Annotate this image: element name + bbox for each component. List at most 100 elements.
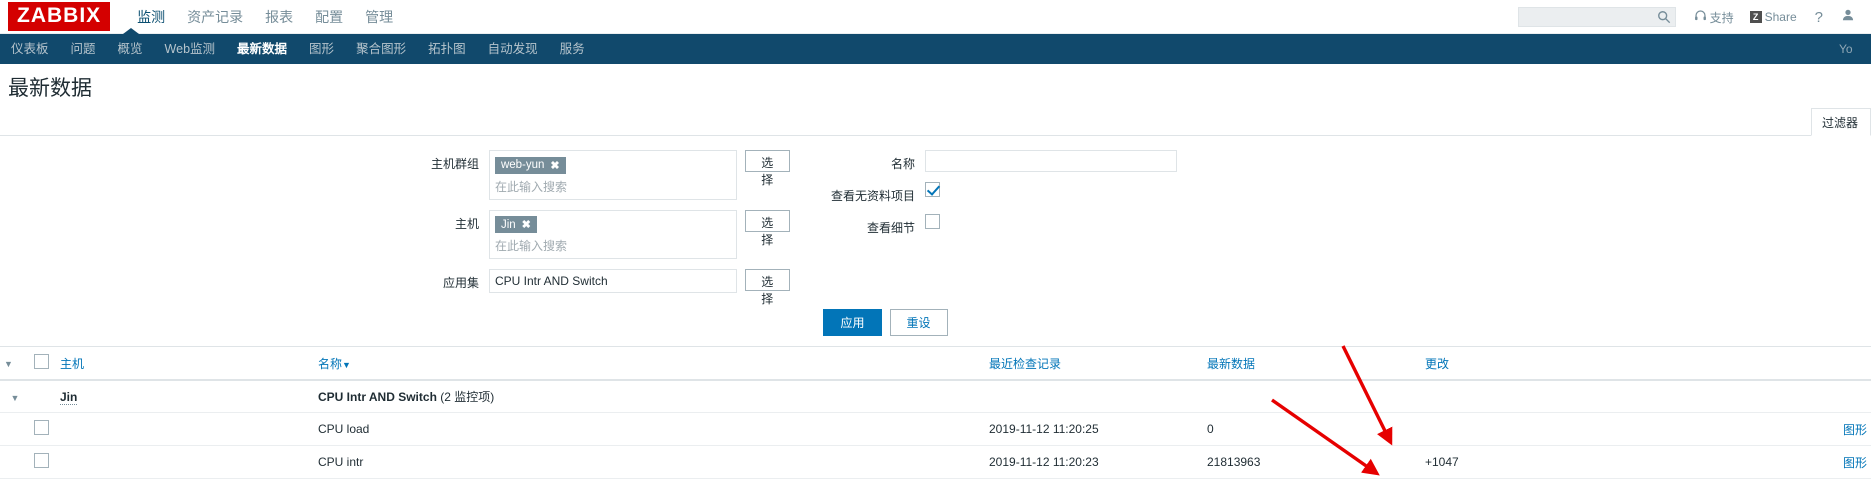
active-menu-pointer-icon (123, 28, 139, 34)
group-application-name: CPU Intr AND Switch (318, 390, 437, 404)
hosts-multiselect[interactable]: Jin ✖ 在此输入搜索 (488, 209, 737, 259)
filter-column-right: 名称 查看无资料项目 查看细节 (790, 150, 1210, 303)
select-all-header[interactable] (30, 347, 56, 381)
filter-row-show-details: 查看细节 (790, 214, 1210, 236)
host-groups-label: 主机群组 (430, 157, 479, 171)
group-row-application-cell: CPU Intr AND Switch (2 监控项) (314, 380, 985, 413)
row-item-name: CPU intr (314, 445, 985, 479)
search-input[interactable] (1518, 8, 1651, 26)
user-icon[interactable] (1833, 8, 1863, 27)
row-graph-cell: 图形 (1781, 445, 1871, 479)
logged-in-text: Yo (1839, 42, 1853, 56)
application-select-button[interactable]: 选择 (744, 269, 790, 306)
subnav-item-services[interactable]: 服务 (549, 34, 596, 64)
hosts-label: 主机 (454, 216, 479, 231)
name-input[interactable] (925, 150, 1177, 172)
help-button[interactable]: ? (1805, 9, 1833, 26)
column-header-name[interactable]: 名称▼ (314, 347, 985, 381)
host-tag-label: Jin (500, 218, 516, 231)
row-spacer-cell (0, 445, 30, 479)
main-menu-item-configuration[interactable]: 配置 (304, 1, 354, 33)
main-menu: 监测 资产记录 报表 配置 管理 (126, 1, 404, 33)
main-menu-item-reports[interactable]: 报表 (254, 1, 304, 33)
host-groups-select-button[interactable]: 选择 (744, 150, 790, 187)
application-input[interactable] (488, 269, 737, 293)
host-group-tag-label: web-yun (500, 159, 545, 171)
subnav-item-overview[interactable]: 概览 (107, 34, 154, 64)
top-header: ZABBIX 监测 资产记录 报表 配置 管理 支持 Z Share ? (0, 0, 1871, 34)
subnav-item-graphs[interactable]: 图形 (298, 34, 345, 64)
chevron-down-icon: ▼ (4, 359, 13, 369)
show-without-data-label: 查看无资料项目 (830, 189, 915, 203)
filter-row-name: 名称 (790, 150, 1210, 172)
group-row-checkbox-cell (30, 380, 56, 413)
header-actions: 支持 Z Share ? (1517, 0, 1863, 34)
row-host-cell (56, 412, 314, 446)
share-link[interactable]: Z Share (1742, 10, 1805, 24)
column-header-last-value: 最新数据 (1203, 347, 1421, 381)
host-link[interactable]: Jin (60, 389, 78, 405)
graph-link[interactable]: 图形 (1843, 456, 1867, 470)
host-tag[interactable]: Jin ✖ (494, 216, 537, 233)
hosts-select-button[interactable]: 选择 (744, 209, 790, 247)
row-checkbox-cell (30, 445, 56, 479)
subnav-item-web[interactable]: Web监测 (154, 34, 226, 64)
sub-navigation: 仪表板 问题 概览 Web监测 最新数据 图形 聚合图形 拓扑图 自动发现 服务… (0, 28, 1871, 64)
filter-row-show-without-data: 查看无资料项目 (790, 182, 1210, 204)
application-label: 应用集 (442, 276, 479, 290)
row-graph-cell: 图形 (1781, 412, 1871, 446)
subnav-item-latest-data[interactable]: 最新数据 (226, 34, 298, 64)
row-change: +1047 (1421, 445, 1781, 479)
group-collapse-toggle[interactable]: ▼ (0, 380, 30, 413)
subnav-item-maps[interactable]: 拓扑图 (417, 34, 477, 64)
group-row-last-check-cell (985, 380, 1203, 413)
support-label: 支持 (1709, 10, 1734, 25)
close-icon[interactable]: ✖ (522, 218, 531, 231)
zabbix-share-badge-icon: Z (1749, 11, 1762, 23)
share-label: Share (1764, 10, 1797, 24)
row-checkbox[interactable] (34, 420, 49, 435)
filter-row-hosts: 主机 Jin ✖ 在此输入搜索 选择 (0, 209, 790, 259)
filter-tab[interactable]: 过滤器 (1811, 108, 1871, 136)
hosts-search-input[interactable]: 在此输入搜索 (495, 235, 731, 254)
select-all-checkbox[interactable] (34, 354, 49, 369)
column-header-host[interactable]: 主机 (56, 347, 314, 381)
show-without-data-checkbox[interactable] (925, 182, 940, 197)
column-header-name-label: 名称 (318, 356, 343, 371)
column-header-last-check[interactable]: 最近检查记录 (985, 347, 1203, 381)
page-title: 最新数据 (8, 77, 92, 100)
group-row-host-cell: Jin (56, 380, 314, 413)
search-icon[interactable] (1657, 10, 1671, 24)
show-details-checkbox[interactable] (925, 214, 940, 229)
subnav-item-problems[interactable]: 问题 (60, 34, 107, 64)
column-header-change: 更改 (1421, 347, 1781, 381)
group-row-change-cell (1421, 380, 1781, 413)
filter-row-host-groups: 主机群组 web-yun ✖ 在此输入搜索 选择 (0, 150, 790, 200)
subnav-item-discovery[interactable]: 自动发现 (477, 34, 549, 64)
main-menu-item-inventory[interactable]: 资产记录 (176, 1, 254, 33)
headset-icon (1694, 9, 1707, 25)
global-search[interactable] (1517, 7, 1676, 27)
show-details-label: 查看细节 (866, 221, 915, 235)
row-checkbox[interactable] (34, 453, 49, 468)
apply-button[interactable]: 应用 (823, 309, 882, 336)
reset-button[interactable]: 重设 (889, 309, 948, 336)
filter-panel: 主机群组 web-yun ✖ 在此输入搜索 选择 主机 Jin ✖ 在此输入搜索… (0, 136, 1871, 347)
close-icon[interactable]: ✖ (550, 159, 559, 172)
latest-data-table-wrapper: ▼ 主机 名称▼ 最近检查记录 最新数据 更改 ▼ Jin CPU Intr A… (0, 347, 1871, 479)
host-group-tag[interactable]: web-yun ✖ (494, 156, 566, 174)
row-checkbox-cell (30, 412, 56, 446)
group-item-count: (2 监控项) (440, 390, 495, 404)
subnav-item-dashboard[interactable]: 仪表板 (0, 34, 60, 64)
subnav-item-screens[interactable]: 聚合图形 (345, 34, 417, 64)
support-link[interactable]: 支持 (1686, 9, 1742, 26)
zabbix-logo[interactable]: ZABBIX (8, 2, 111, 31)
host-groups-search-input[interactable]: 在此输入搜索 (495, 176, 731, 195)
collapse-all-toggle[interactable]: ▼ (0, 347, 30, 381)
host-groups-multiselect[interactable]: web-yun ✖ 在此输入搜索 (488, 150, 737, 200)
row-last-value: 0 (1203, 412, 1421, 446)
graph-link[interactable]: 图形 (1843, 423, 1867, 437)
table-group-row: ▼ Jin CPU Intr AND Switch (2 监控项) (0, 380, 1871, 413)
table-header-row: ▼ 主机 名称▼ 最近检查记录 最新数据 更改 (0, 347, 1871, 381)
main-menu-item-administration[interactable]: 管理 (354, 1, 404, 33)
